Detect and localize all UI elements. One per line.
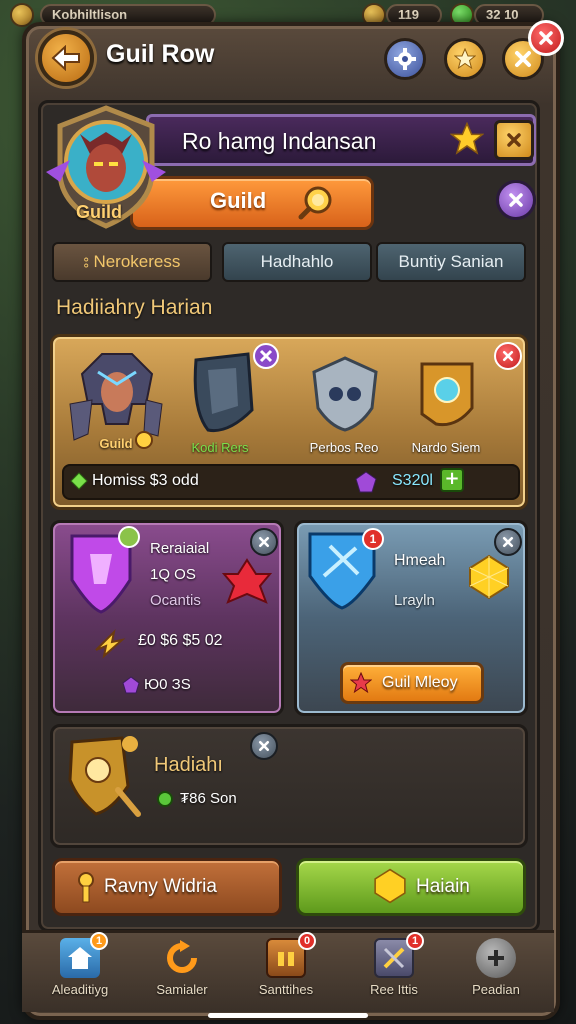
purple-card-line1: Reraiaial: [150, 540, 210, 557]
close-icon: [507, 133, 521, 147]
reward-item-label: Nardo Siem: [411, 440, 481, 455]
section-title: Hadiiahry Harian: [56, 296, 213, 319]
guild-button-label: Guild: [210, 188, 267, 213]
left-action-label: Ravny Widria: [104, 876, 217, 897]
reward-item-silver-shield[interactable]: [310, 356, 380, 436]
refresh-icon: [162, 938, 202, 978]
dark-shield-icon: [193, 352, 254, 433]
nav-label: Ree Ittis: [370, 982, 418, 997]
search-icon: [296, 182, 336, 226]
emblem-label: Guild: [76, 202, 122, 222]
scroll-icon: 1: [374, 932, 424, 978]
right-action-label: Haiain: [416, 876, 470, 897]
gear-icon: [476, 938, 516, 978]
tab-buntiy-sanian[interactable]: Buntiy Sanian: [376, 242, 526, 282]
gold-shield-icon: [420, 362, 474, 427]
reward-item-label: Kodi Rers: [191, 440, 249, 455]
back-button[interactable]: [38, 30, 94, 86]
banner-purple-close-button[interactable]: [496, 180, 536, 220]
card-badge: 1: [362, 528, 384, 550]
banner-title: Ro hamg Indansan: [182, 128, 377, 154]
card-badge: [118, 526, 140, 548]
purple-card-line2: 1Q OS: [150, 566, 196, 583]
reward-footer-right: S320l: [392, 472, 433, 489]
plus-icon: +: [444, 468, 460, 489]
close-icon: [509, 193, 523, 207]
blue-card-line2: Lrayln: [394, 592, 435, 609]
nav-label: Santtihes: [258, 982, 314, 997]
nav-item-peadian[interactable]: Peadian: [446, 938, 546, 1008]
purple-card-close-button[interactable]: [250, 528, 278, 556]
reward-item-label: Perbos Reo: [309, 440, 379, 455]
purple-card-sub: Ю0 ЗS: [144, 676, 191, 693]
arrow-left-icon: [51, 45, 80, 71]
close-icon: [502, 350, 514, 362]
reward-close-button[interactable]: [494, 342, 522, 370]
gift-title: Hadiahı: [154, 754, 223, 776]
red-crystal-icon: [221, 556, 273, 610]
close-icon: [502, 536, 514, 548]
nav-label: Aleaditiyg: [51, 982, 109, 997]
purple-card-amount: £0 $6 $5 02: [138, 632, 223, 649]
star-icon: [454, 48, 476, 70]
scroll-icon: ⦂: [83, 252, 94, 271]
star-icon: [449, 121, 485, 160]
nav-item-samialer[interactable]: Samialer: [132, 938, 232, 1008]
green-gem-icon: [70, 472, 88, 494]
tab-label: Nerokeress: [93, 252, 181, 271]
green-gem-icon: [156, 790, 174, 812]
guild-mleoy-label: Guil Mleoy: [382, 674, 458, 691]
add-button[interactable]: +: [440, 468, 464, 492]
golden-shield-icon: [62, 730, 144, 824]
gear-icon: [394, 48, 416, 70]
reward-item-label: Guild: [99, 436, 133, 451]
gift-sub: ₮86 Son: [180, 790, 237, 807]
close-window-button[interactable]: [528, 20, 564, 56]
gift-close-button[interactable]: [250, 732, 278, 760]
close-icon: [258, 740, 270, 752]
reward-footer-left: Homiss $3 odd: [92, 472, 199, 489]
nav-item-santtihes[interactable]: 0 Santtihes: [236, 932, 336, 1008]
settings-button[interactable]: [384, 38, 426, 80]
nav-badge: 1: [90, 932, 108, 950]
arrow-icon: [92, 626, 126, 664]
close-icon: [258, 536, 270, 548]
silver-shield-icon: [312, 356, 378, 432]
banner-close-button[interactable]: [494, 120, 534, 160]
page-title: Guil Row: [106, 40, 215, 68]
gold-gem-icon: [466, 554, 512, 604]
tab-label: Hadhahlo: [260, 252, 334, 271]
tab-hadhahlo[interactable]: Hadhahlo: [222, 242, 372, 282]
blue-card-close-button[interactable]: [494, 528, 522, 556]
nav-item-home[interactable]: 1 Aleaditiyg: [30, 932, 130, 1008]
blue-card-line1: Hmeah: [394, 552, 446, 569]
nav-item-ree-ittis[interactable]: 1 Ree Ittis: [344, 932, 444, 1008]
tab-label: Buntiy Sanian: [398, 252, 504, 271]
tab-nerokeress[interactable]: ⦂ Nerokeress: [52, 242, 212, 282]
star-icon: [349, 671, 373, 698]
purple-gem-icon: [354, 470, 378, 498]
purple-gem-icon: [122, 676, 140, 698]
chest-icon: 0: [266, 932, 316, 978]
home-icon: 1: [60, 932, 108, 978]
close-icon: [539, 31, 553, 45]
favorite-button[interactable]: [444, 38, 486, 80]
purple-card-line3: Ocantis: [150, 592, 201, 609]
right-action-button[interactable]: [296, 858, 526, 916]
nav-label: Samialer: [156, 982, 208, 997]
reward-item-dark-shield[interactable]: [188, 350, 258, 440]
home-indicator[interactable]: [208, 1013, 368, 1018]
nav-label: Peadian: [472, 982, 520, 997]
close-icon: [515, 51, 531, 67]
nav-badge: 0: [298, 932, 316, 950]
reward-item-gold-shield[interactable]: [416, 358, 478, 434]
key-icon: [76, 872, 96, 908]
gold-gem-icon: [372, 868, 408, 908]
nav-badge: 1: [406, 932, 424, 950]
